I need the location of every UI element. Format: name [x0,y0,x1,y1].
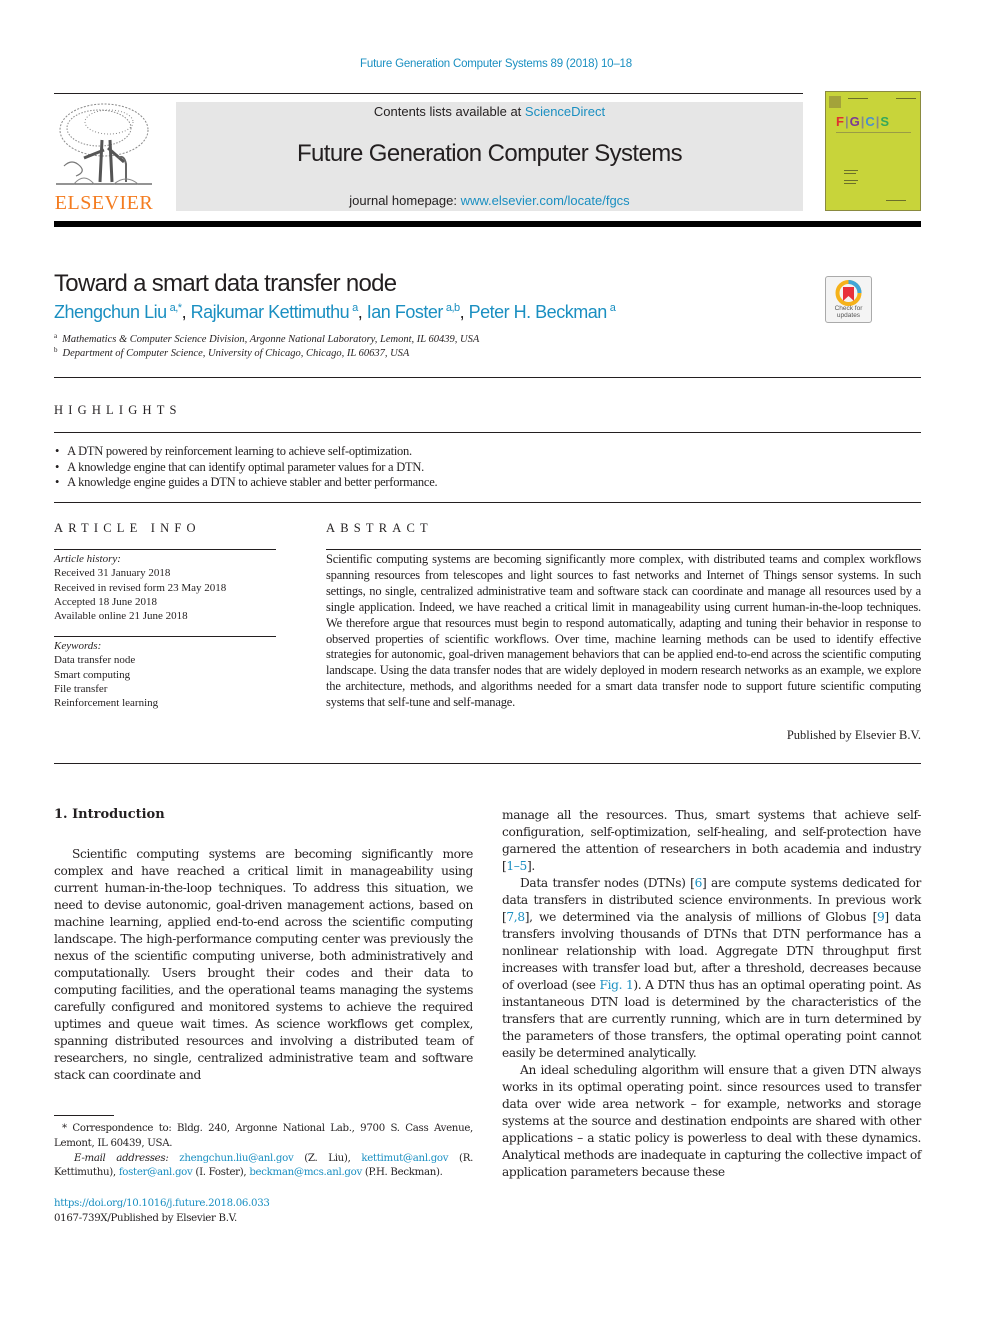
divider [326,549,921,550]
keywords-label: Keywords: [54,640,102,652]
affiliation: b Department of Computer Science, Univers… [54,346,410,359]
paragraph: Data transfer nodes (DTNs) [6] are compu… [502,876,921,1060]
sciencedirect-link[interactable]: ScienceDirect [525,104,605,119]
issn-line: 0167-739X/Published by Elsevier B.V. [54,1212,237,1224]
citation-link[interactable]: 1–5 [506,859,527,873]
divider [54,549,276,550]
email-addresses: E-mail addresses: zhengchun.liu@anl.gov … [54,1152,474,1179]
keyword: Reinforcement learning [54,697,159,710]
citation-link[interactable]: 6 [695,876,703,890]
cover-line [844,183,856,184]
author-link[interactable]: Zhengchun Liu a,* [54,302,182,322]
cover-letter: F [836,114,845,129]
abstract-body: Scientific computing systems are becomin… [326,552,921,710]
doi-link[interactable]: https://doi.org/10.1016/j.future.2018.06… [54,1198,270,1209]
header-thick-rule [54,221,921,227]
divider [54,636,276,637]
paragraph: manage all the resources. Thus, smart sy… [502,808,921,873]
keyword: File transfer [54,682,108,695]
cover-fgcs-letters: F|G|C|S [836,114,891,129]
paragraph: Scientific computing systems are becomin… [54,847,473,1082]
keyword: Data transfer node [54,654,136,667]
article-history: Article history: Received 31 January 201… [54,552,226,623]
history-item: Accepted 18 June 2018 [54,595,157,608]
cover-line [848,98,868,99]
email-link[interactable]: zhengchun.liu@anl.gov [179,1153,293,1164]
email-link[interactable]: beckman@mcs.anl.gov [249,1167,362,1178]
intro-left-column: Scientific computing systems are becomin… [54,846,473,1084]
citation-link[interactable]: 7,8 [506,910,525,924]
author-link[interactable]: Peter H. Beckman a [469,302,616,322]
section-heading-introduction: 1. Introduction [54,807,165,822]
cover-line [886,200,906,201]
cover-line [844,180,858,181]
journal-citation[interactable]: Future Generation Computer Systems 89 (2… [0,58,992,70]
divider [54,432,921,433]
cover-letter: S [880,114,891,129]
paragraph: An ideal scheduling algorithm will ensur… [502,1063,921,1179]
affiliation: a Mathematics & Computer Science Division… [54,332,480,345]
footnote: * Correspondence to: Bldg. 240, Argonne … [54,1122,473,1181]
history-item: Received 31 January 2018 [54,567,171,580]
author-link[interactable]: Rajkumar Kettimuthu a [191,302,359,322]
homepage-line: journal homepage: www.elsevier.com/locat… [349,193,630,208]
tree-icon [56,103,152,185]
article-title: Toward a smart data transfer node [54,270,397,297]
keyword: Smart computing [54,668,131,681]
keywords: Keywords: Data transfer node Smart compu… [54,639,158,710]
cover-line [844,170,858,171]
journal-banner: Contents lists available at ScienceDirec… [176,102,803,211]
abstract-heading: ABSTRACT [326,521,433,535]
history-label: Article history: [54,553,121,565]
author-list: Zhengchun Liu a,*, Rajkumar Kettimuthu a, … [54,302,616,322]
elsevier-wordmark: ELSEVIER [54,192,154,214]
journal-cover-thumbnail[interactable]: F|G|C|S [825,91,921,211]
highlight-item: A knowledge engine guides a DTN to achie… [54,475,438,491]
email-link[interactable]: kettimut@anl.gov [361,1153,448,1164]
author-link[interactable]: Ian Foster a,b [367,302,460,322]
highlights-heading: HIGHLIGHTS [54,403,182,417]
history-item: Available online 21 June 2018 [54,610,188,623]
check-for-updates-button[interactable]: Check for updates [825,276,872,323]
abstract-publisher: Published by Elsevier B.V. [786,728,921,742]
contents-line: Contents lists available at ScienceDirec… [373,104,606,119]
cover-line [896,98,916,99]
divider [54,502,921,503]
highlights-list: A DTN powered by reinforcement learning … [54,444,438,491]
check-updates-label: Check for updates [834,305,863,319]
elsevier-logo[interactable]: ELSEVIER [54,100,154,215]
cover-letter: G [849,114,861,129]
cover-letter: C [865,114,876,129]
doi-block: https://doi.org/10.1016/j.future.2018.06… [54,1197,270,1227]
cover-line [844,173,856,174]
highlight-item: A knowledge engine that can identify opt… [54,460,437,476]
highlight-item: A DTN powered by reinforcement learning … [54,444,437,460]
figure-link[interactable]: Fig. 1 [600,978,634,992]
email-link[interactable]: foster@anl.gov [119,1167,193,1178]
history-item: Received in revised form 23 May 2018 [54,581,227,594]
correspondence-note: * Correspondence to: Bldg. 240, Argonne … [54,1123,473,1149]
journal-title: Future Generation Computer Systems [296,140,683,167]
header-rule [54,93,803,94]
article-info-heading: ARTICLE INFO [54,521,201,535]
divider [54,377,921,378]
footnote-rule [54,1115,114,1116]
intro-right-column: manage all the resources. Thus, smart sy… [502,807,921,1181]
cover-logo-icon [829,96,841,108]
journal-citation-link[interactable]: Future Generation Computer Systems 89 (2… [360,58,632,70]
cover-line [836,132,911,133]
journal-homepage-link[interactable]: www.elsevier.com/locate/fgcs [461,193,630,208]
divider [54,763,921,764]
